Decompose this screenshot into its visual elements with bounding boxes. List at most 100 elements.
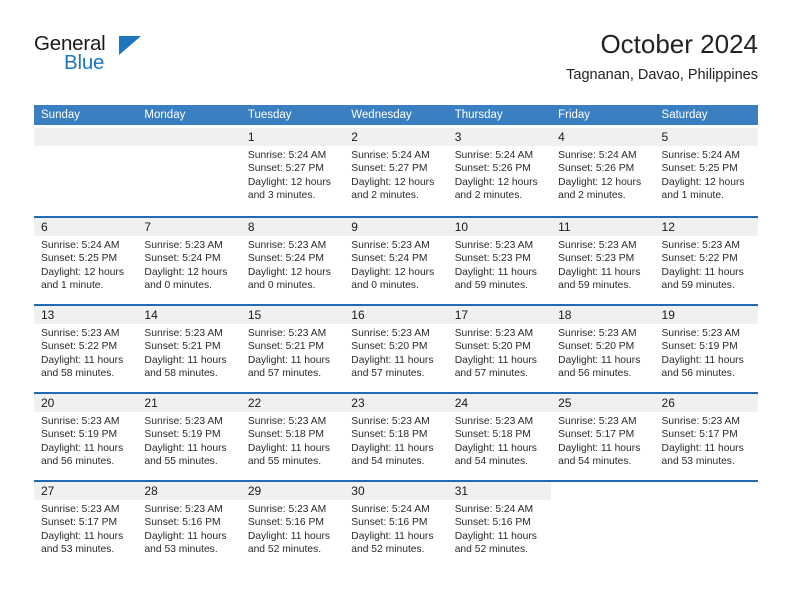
day-info-line: Sunrise: 5:24 AM	[351, 150, 430, 161]
day-number-strip: 24	[447, 394, 552, 412]
day-info-line: Sunset: 5:27 PM	[247, 163, 324, 175]
day-info-line: Sunset: 5:18 PM	[247, 429, 324, 441]
day-cell-20[interactable]: 20 Sunrise: 5:23 AM Sunset: 5:19 PM Dayligh…	[34, 394, 138, 480]
day-info-line: Sunset: 5:20 PM	[558, 341, 635, 353]
day-cell-23[interactable]: 23 Sunrise: 5:23 AM Sunset: 5:18 PM Dayligh…	[344, 394, 448, 480]
day-cell-5[interactable]: 5 Sunrise: 5:24 AM Sunset: 5:25 PM Daylight…	[654, 128, 758, 216]
day-info-line: Daylight: 11 hours	[144, 354, 227, 366]
day-sun-info: Sunrise: 5:23 AM Sunset: 5:20 PM Daylight:…	[344, 324, 447, 381]
day-cell-31[interactable]: 31 Sunrise: 5:24 AM Sunset: 5:16 PM Dayligh…	[447, 482, 552, 568]
day-info-line: Sunrise: 5:24 AM	[454, 504, 534, 515]
day-info-line: Sunrise: 5:23 AM	[558, 416, 637, 427]
day-info-line: Sunset: 5:16 PM	[351, 517, 428, 529]
day-info-line: Sunset: 5:16 PM	[247, 517, 324, 529]
day-info-line: Sunset: 5:26 PM	[558, 163, 635, 175]
day-cell-15[interactable]: 15 Sunrise: 5:23 AM Sunset: 5:21 PM Dayligh…	[240, 306, 345, 392]
day-info-line: and 1 minute.	[41, 280, 104, 292]
day-info-line: and 2 minutes.	[558, 190, 626, 202]
day-info-line: Sunset: 5:20 PM	[454, 341, 531, 353]
day-number: 11	[558, 220, 571, 234]
day-number: 26	[661, 396, 675, 410]
day-info-line: Sunrise: 5:23 AM	[41, 328, 120, 339]
day-cell-26[interactable]: 26 Sunrise: 5:23 AM Sunset: 5:17 PM Dayligh…	[654, 394, 758, 480]
weekday-header-thursday: Thursday	[454, 109, 503, 121]
day-info-line: Daylight: 11 hours	[661, 266, 744, 278]
day-cell-4[interactable]: 4 Sunrise: 5:24 AM Sunset: 5:26 PM Daylight…	[551, 128, 655, 216]
day-info-line: Sunrise: 5:23 AM	[454, 416, 534, 427]
day-info-line: Sunset: 5:25 PM	[41, 253, 118, 265]
day-cell-29[interactable]: 29 Sunrise: 5:23 AM Sunset: 5:16 PM Dayligh…	[240, 482, 345, 568]
day-info-line: Sunrise: 5:23 AM	[661, 240, 740, 251]
day-info-line: Sunrise: 5:23 AM	[454, 328, 534, 339]
day-info-line: Sunset: 5:17 PM	[661, 429, 738, 441]
day-cell-3[interactable]: 3 Sunrise: 5:24 AM Sunset: 5:26 PM Daylight…	[447, 128, 552, 216]
day-cell-7[interactable]: 7 Sunrise: 5:23 AM Sunset: 5:24 PM Daylight…	[137, 218, 241, 304]
day-info-line: Daylight: 12 hours	[41, 266, 124, 278]
day-info-line: Sunset: 5:23 PM	[558, 253, 635, 265]
day-cell-12[interactable]: 12 Sunrise: 5:23 AM Sunset: 5:22 PM Dayligh…	[654, 218, 758, 304]
day-cell-14[interactable]: 14 Sunrise: 5:23 AM Sunset: 5:21 PM Dayligh…	[137, 306, 241, 392]
day-info-line: Sunset: 5:26 PM	[454, 163, 531, 175]
day-cell-10[interactable]: 10 Sunrise: 5:23 AM Sunset: 5:23 PM Dayligh…	[447, 218, 552, 304]
day-sun-info: Sunrise: 5:23 AM Sunset: 5:20 PM Daylight:…	[448, 324, 551, 381]
day-info-line: Sunset: 5:16 PM	[454, 517, 531, 529]
day-info-line: Sunrise: 5:24 AM	[661, 150, 740, 161]
day-cell-24[interactable]: 24 Sunrise: 5:23 AM Sunset: 5:18 PM Dayligh…	[447, 394, 552, 480]
day-cell-2[interactable]: 2 Sunrise: 5:24 AM Sunset: 5:27 PM Daylight…	[344, 128, 448, 216]
day-info-line: Sunset: 5:22 PM	[41, 341, 118, 353]
day-cell-16[interactable]: 16 Sunrise: 5:23 AM Sunset: 5:20 PM Dayligh…	[344, 306, 448, 392]
weekday-header-saturday: Saturday	[661, 109, 708, 121]
day-number-strip: 6	[34, 218, 138, 236]
day-sun-info: Sunrise: 5:24 AM Sunset: 5:26 PM Daylight:…	[551, 146, 654, 203]
day-number: 4	[558, 130, 565, 144]
day-info-line: Sunrise: 5:23 AM	[454, 240, 534, 251]
day-sun-info: Sunrise: 5:23 AM Sunset: 5:19 PM Daylight:…	[34, 412, 137, 469]
day-cell-17[interactable]: 17 Sunrise: 5:23 AM Sunset: 5:20 PM Dayligh…	[447, 306, 552, 392]
day-number-strip: 4	[551, 128, 655, 146]
day-number: 25	[558, 396, 572, 410]
day-cell-19[interactable]: 19 Sunrise: 5:23 AM Sunset: 5:19 PM Dayligh…	[654, 306, 758, 392]
day-number: 2	[351, 130, 358, 144]
day-number: 8	[247, 220, 255, 234]
day-sun-info: Sunrise: 5:23 AM Sunset: 5:17 PM Daylight:…	[34, 500, 137, 557]
day-sun-info: Sunrise: 5:23 AM Sunset: 5:24 PM Daylight:…	[344, 236, 447, 293]
day-cell-18[interactable]: 18 Sunrise: 5:23 AM Sunset: 5:20 PM Dayligh…	[551, 306, 655, 392]
day-info-line: Sunrise: 5:23 AM	[144, 328, 223, 339]
day-cell-8[interactable]: 8 Sunrise: 5:23 AM Sunset: 5:24 PM Daylight…	[240, 218, 345, 304]
day-cell-30[interactable]: 30 Sunrise: 5:24 AM Sunset: 5:16 PM Dayligh…	[344, 482, 448, 568]
day-cell-25[interactable]: 25 Sunrise: 5:23 AM Sunset: 5:17 PM Dayligh…	[551, 394, 655, 480]
day-number-strip: 7	[137, 218, 241, 236]
day-cell-11[interactable]: 11 Sunrise: 5:23 AM Sunset: 5:23 PM Dayligh…	[551, 218, 655, 304]
day-cell-9[interactable]: 9 Sunrise: 5:23 AM Sunset: 5:24 PM Daylight…	[344, 218, 448, 304]
day-info-line: Daylight: 11 hours	[454, 354, 537, 366]
calendar-week-row: 13 Sunrise: 5:23 AM Sunset: 5:22 PM Dayligh…	[34, 304, 758, 392]
day-number: 29	[247, 484, 262, 498]
day-number: 10	[454, 220, 469, 234]
day-sun-info: Sunrise: 5:23 AM Sunset: 5:18 PM Daylight:…	[344, 412, 447, 469]
day-info-line: Daylight: 11 hours	[41, 354, 124, 366]
day-number: 6	[41, 220, 48, 234]
day-cell-1[interactable]: 1 Sunrise: 5:24 AM Sunset: 5:27 PM Daylight…	[240, 128, 345, 216]
day-cell-28[interactable]: 28 Sunrise: 5:23 AM Sunset: 5:16 PM Dayligh…	[137, 482, 241, 568]
day-cell-27[interactable]: 27 Sunrise: 5:23 AM Sunset: 5:17 PM Dayligh…	[34, 482, 138, 568]
day-info-line: and 58 minutes.	[41, 368, 115, 380]
day-cell-13[interactable]: 13 Sunrise: 5:23 AM Sunset: 5:22 PM Dayligh…	[34, 306, 138, 392]
calendar-weeks: 1 Sunrise: 5:24 AM Sunset: 5:27 PM Daylight…	[34, 128, 758, 568]
day-info-line: Sunrise: 5:23 AM	[247, 504, 327, 515]
day-cell-21[interactable]: 21 Sunrise: 5:23 AM Sunset: 5:19 PM Dayligh…	[137, 394, 241, 480]
calendar-week-row: 27 Sunrise: 5:23 AM Sunset: 5:17 PM Dayligh…	[34, 480, 758, 568]
day-info-line: Sunset: 5:16 PM	[144, 517, 221, 529]
day-number: 13	[41, 308, 55, 322]
day-cell-22[interactable]: 22 Sunrise: 5:23 AM Sunset: 5:18 PM Dayligh…	[240, 394, 345, 480]
day-cell-6[interactable]: 6 Sunrise: 5:24 AM Sunset: 5:25 PM Daylight…	[34, 218, 138, 304]
day-number: 27	[41, 484, 55, 498]
day-number-strip: 29	[240, 482, 345, 500]
day-number-strip: 31	[447, 482, 552, 500]
day-info-line: and 56 minutes.	[41, 456, 115, 468]
day-number-strip: 11	[551, 218, 655, 236]
weekday-header-monday: Monday	[144, 109, 186, 121]
logo-text-blue: Blue	[64, 51, 105, 74]
day-info-line: Daylight: 12 hours	[144, 266, 228, 278]
day-info-line: and 59 minutes.	[661, 280, 735, 292]
day-cell-empty	[34, 128, 138, 216]
